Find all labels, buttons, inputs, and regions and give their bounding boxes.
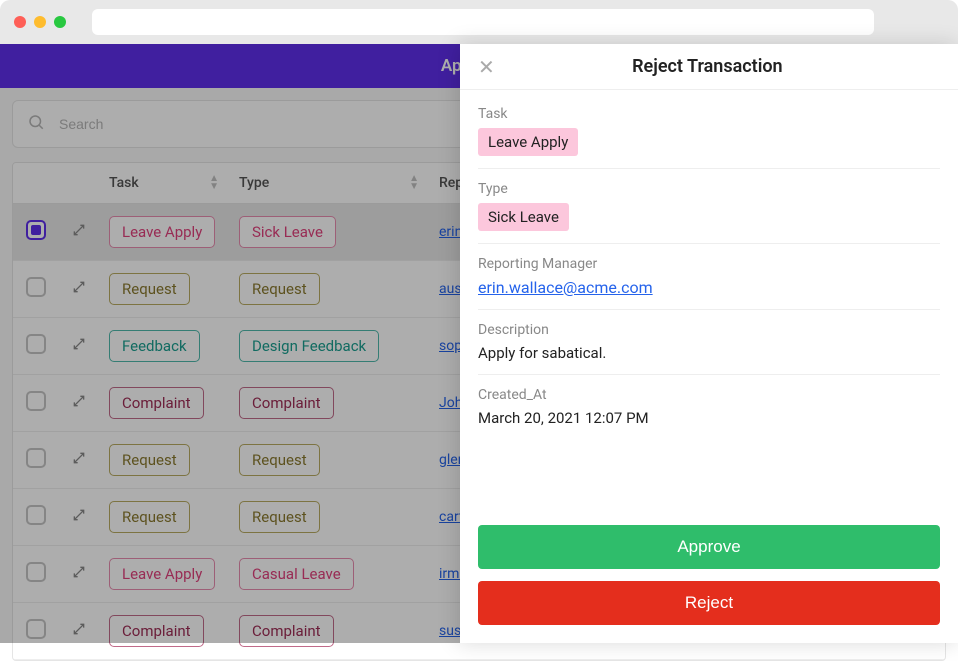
field-task: Task Leave Apply xyxy=(478,94,940,169)
field-label: Reporting Manager xyxy=(478,256,940,272)
field-value: March 20, 2021 12:07 PM xyxy=(478,409,940,427)
approve-button[interactable]: Approve xyxy=(478,525,940,569)
window-maximize-button[interactable] xyxy=(54,16,66,28)
type-pill: Sick Leave xyxy=(478,203,569,231)
task-pill: Leave Apply xyxy=(478,128,578,156)
panel-actions: Approve Reject xyxy=(460,511,958,643)
field-description: Description Apply for sabatical. xyxy=(478,310,940,375)
field-created-at: Created_At March 20, 2021 12:07 PM xyxy=(478,375,940,439)
url-bar[interactable] xyxy=(92,9,874,35)
field-value: Apply for sabatical. xyxy=(478,344,940,362)
panel-header: ✕ Reject Transaction xyxy=(460,44,958,90)
field-reporting-manager: Reporting Manager erin.wallace@acme.com xyxy=(478,244,940,310)
window-close-button[interactable] xyxy=(14,16,26,28)
reject-transaction-panel: ✕ Reject Transaction Task Leave Apply Ty… xyxy=(460,44,958,643)
panel-body: Task Leave Apply Type Sick Leave Reporti… xyxy=(460,90,958,511)
reject-button[interactable]: Reject xyxy=(478,581,940,625)
field-label: Type xyxy=(478,181,940,197)
field-label: Created_At xyxy=(478,387,940,403)
window-titlebar xyxy=(0,0,958,44)
panel-title: Reject Transaction xyxy=(475,56,940,77)
traffic-lights xyxy=(14,16,66,28)
field-label: Description xyxy=(478,322,940,338)
manager-link[interactable]: erin.wallace@acme.com xyxy=(478,278,653,297)
field-label: Task xyxy=(478,106,940,122)
window-minimize-button[interactable] xyxy=(34,16,46,28)
field-type: Type Sick Leave xyxy=(478,169,940,244)
